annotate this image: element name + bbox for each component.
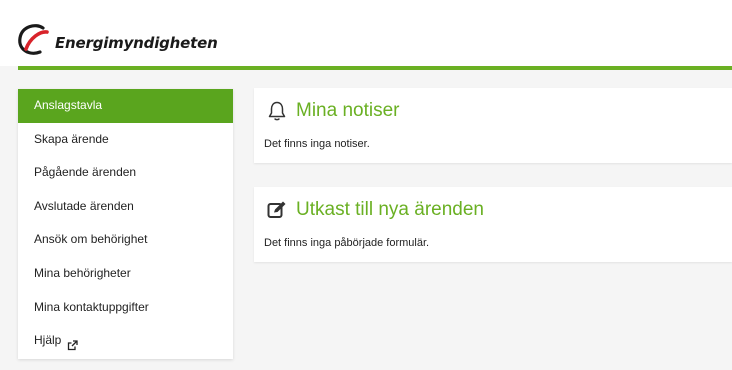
sidebar-item-label: Skapa ärende xyxy=(34,131,109,146)
bell-icon xyxy=(266,100,288,122)
sidebar-item-pagaende-arenden[interactable]: Pågående ärenden xyxy=(18,156,233,190)
sidebar-item-mina-kontaktuppgifter[interactable]: Mina kontaktuppgifter xyxy=(18,291,233,325)
sidebar-item-label: Hjälp xyxy=(34,333,62,348)
sidebar-item-label: Avslutade ärenden xyxy=(34,198,134,213)
notiser-title: Mina notiser xyxy=(296,100,400,121)
utkast-empty-text: Det finns inga påbörjade formulär. xyxy=(264,237,430,249)
edit-icon xyxy=(266,199,288,221)
notiser-card: Mina notiser Det finns inga notiser. xyxy=(254,88,732,163)
external-link-icon xyxy=(67,331,78,365)
sidebar-item-label: Mina kontaktuppgifter xyxy=(34,299,149,314)
header-divider xyxy=(18,66,732,70)
utkast-heading: Utkast till nya ärenden xyxy=(266,199,484,221)
sidebar-item-ansok-om-behorighet[interactable]: Ansök om behörighet xyxy=(18,223,233,257)
sidebar-item-label: Pågående ärenden xyxy=(34,165,137,180)
sidebar-item-skapa-arende[interactable]: Skapa ärende xyxy=(18,123,233,157)
sidebar-item-avslutade-arenden[interactable]: Avslutade ärenden xyxy=(18,190,233,224)
utkast-title: Utkast till nya ärenden xyxy=(296,199,484,220)
sidebar-item-mina-behorigheter[interactable]: Mina behörigheter xyxy=(18,257,233,291)
sidebar-item-label: Ansök om behörighet xyxy=(34,232,148,247)
sidebar-item-label: Mina behörigheter xyxy=(34,265,131,280)
header: Energimyndigheten xyxy=(0,0,732,66)
sidebar-nav: Anslagstavla Skapa ärende Pågående ärend… xyxy=(18,89,233,359)
logo-swoosh-icon xyxy=(18,24,49,55)
sidebar-item-label: Anslagstavla xyxy=(34,98,103,112)
sidebar-item-anslagstavla[interactable]: Anslagstavla xyxy=(18,89,233,123)
logo[interactable]: Energimyndigheten xyxy=(16,20,218,60)
sidebar-item-hjalp[interactable]: Hjälp xyxy=(18,324,233,358)
logo-text: Energimyndigheten xyxy=(55,34,218,52)
notiser-heading: Mina notiser xyxy=(266,100,400,122)
notiser-empty-text: Det finns inga notiser. xyxy=(264,138,370,150)
utkast-card: Utkast till nya ärenden Det finns inga p… xyxy=(254,187,732,262)
